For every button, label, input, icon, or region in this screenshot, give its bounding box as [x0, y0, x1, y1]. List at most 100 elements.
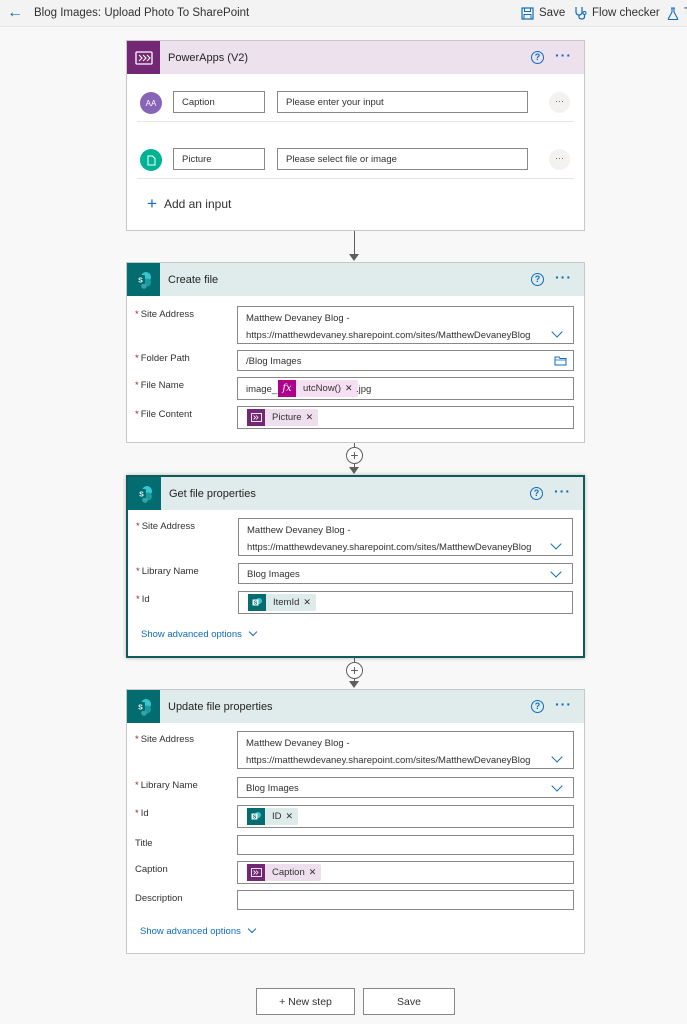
file-input-icon	[140, 149, 162, 171]
create-file-header[interactable]: S Create file ? ···	[127, 263, 584, 296]
folder-path-input[interactable]: /Blog Images	[237, 350, 574, 371]
insert-step-button[interactable]: +	[346, 662, 363, 679]
title-label: Title	[135, 838, 153, 849]
chevron-down-icon	[550, 566, 562, 578]
arrow-down-icon	[349, 467, 359, 474]
id-row: * Id S ID ✕	[135, 805, 574, 828]
file-content-row: * File Content Picture ✕	[135, 406, 574, 429]
dynamic-content-token[interactable]: Caption ✕	[247, 864, 322, 881]
sharepoint-icon: S	[127, 690, 160, 723]
svg-text:S: S	[138, 277, 143, 284]
site-address-row: * Site Address Matthew Devaney Blog - htt…	[135, 731, 574, 769]
site-address-row: * Site Address Matthew Devaney Blog - htt…	[135, 306, 574, 344]
file-name-input[interactable]: image_ fx utcNow() ✕ .jpg	[237, 377, 574, 400]
get-file-properties-card: S Get file properties ? ··· * Site Addres…	[126, 475, 585, 658]
caption-row: Caption Caption ✕	[135, 861, 574, 884]
id-label: * Id	[135, 808, 149, 819]
file-content-label: * File Content	[135, 409, 192, 420]
dynamic-content-token[interactable]: S ID ✕	[247, 808, 299, 825]
id-input[interactable]: S ID ✕	[237, 805, 574, 828]
save-top-button[interactable]: Save	[521, 4, 565, 22]
create-file-title: Create file	[168, 273, 219, 286]
library-name-dropdown[interactable]: Blog Images	[238, 563, 573, 584]
divider	[137, 121, 574, 122]
svg-text:S: S	[139, 491, 144, 498]
file-name-row: * File Name image_ fx utcNow() ✕ .jpg	[135, 377, 574, 400]
more-options-icon[interactable]: ···	[555, 696, 572, 712]
help-icon[interactable]: ?	[531, 51, 544, 64]
new-step-button[interactable]: + New step	[256, 988, 355, 1015]
expression-token[interactable]: fx utcNow() ✕	[278, 380, 358, 397]
more-options-icon[interactable]: ···	[554, 483, 571, 499]
input-placeholder-field[interactable]: Please enter your input	[277, 91, 528, 113]
folder-icon[interactable]	[554, 355, 567, 369]
input-placeholder-field[interactable]: Please select file or image	[277, 148, 528, 170]
more-options-icon[interactable]: ···	[555, 47, 572, 63]
save-button[interactable]: Save	[363, 988, 455, 1015]
test-button[interactable]: T	[667, 4, 687, 22]
show-advanced-options-link[interactable]: Show advanced options	[140, 924, 257, 937]
update-file-properties-header[interactable]: S Update file properties ? ···	[127, 690, 584, 723]
caption-input[interactable]: Caption ✕	[237, 861, 574, 884]
chevron-down-icon	[550, 538, 562, 550]
file-name-suffix: .jpg	[356, 384, 372, 395]
row-more-icon[interactable]: ···	[549, 92, 570, 113]
powerapps-icon	[127, 41, 160, 74]
svg-text:S: S	[138, 704, 143, 711]
stethoscope-icon	[573, 6, 587, 20]
chevron-down-icon	[247, 924, 257, 934]
remove-token-icon[interactable]: ✕	[303, 597, 316, 608]
top-bar: ← Blog Images: Upload Photo To SharePoin…	[0, 0, 687, 27]
chevron-down-icon	[551, 326, 563, 338]
create-file-card: S Create file ? ··· * Site Address Matthe…	[126, 262, 585, 443]
text-input-icon: AA	[140, 92, 162, 114]
library-name-dropdown[interactable]: Blog Images	[237, 777, 574, 798]
file-content-input[interactable]: Picture ✕	[237, 406, 574, 429]
dynamic-content-token[interactable]: S ItemId ✕	[248, 594, 316, 611]
trigger-header[interactable]: PowerApps (V2) ? ···	[127, 41, 584, 74]
file-name-label: * File Name	[135, 380, 184, 391]
row-more-icon[interactable]: ···	[549, 149, 570, 170]
update-file-properties-card: S Update file properties ? ··· * Site Add…	[126, 689, 585, 954]
description-label: Description	[135, 893, 183, 904]
help-icon[interactable]: ?	[531, 700, 544, 713]
site-address-dropdown[interactable]: Matthew Devaney Blog - https://matthewde…	[237, 306, 574, 344]
dynamic-content-token[interactable]: Picture ✕	[247, 409, 319, 426]
plus-icon: +	[147, 194, 157, 213]
sharepoint-icon: S	[127, 263, 160, 296]
remove-token-icon[interactable]: ✕	[309, 867, 322, 878]
description-input[interactable]	[237, 890, 574, 910]
flask-icon	[667, 6, 679, 20]
powerapps-icon	[247, 864, 265, 881]
site-address-dropdown[interactable]: Matthew Devaney Blog - https://matthewde…	[238, 518, 573, 556]
library-name-label: * Library Name	[135, 780, 198, 791]
help-icon[interactable]: ?	[531, 273, 544, 286]
folder-path-label: * Folder Path	[135, 353, 190, 364]
trigger-title: PowerApps (V2)	[168, 51, 249, 64]
input-name-field[interactable]: Caption	[173, 91, 265, 113]
input-name-field[interactable]: Picture	[173, 148, 265, 170]
site-address-row: * Site Address Matthew Devaney Blog - htt…	[136, 518, 573, 556]
remove-token-icon[interactable]: ✕	[306, 412, 319, 423]
arrow-down-icon	[349, 254, 359, 261]
show-advanced-options-link[interactable]: Show advanced options	[141, 627, 258, 640]
chevron-down-icon	[551, 780, 563, 792]
help-icon[interactable]: ?	[530, 487, 543, 500]
site-address-dropdown[interactable]: Matthew Devaney Blog - https://matthewde…	[237, 731, 574, 769]
connector-line	[354, 231, 355, 254]
back-arrow-icon[interactable]: ←	[6, 4, 24, 22]
library-name-row: * Library Name Blog Images	[136, 563, 573, 584]
more-options-icon[interactable]: ···	[555, 269, 572, 285]
id-input[interactable]: S ItemId ✕	[238, 591, 573, 614]
title-input[interactable]	[237, 835, 574, 855]
insert-step-button[interactable]: +	[346, 447, 363, 464]
title-row: Title	[135, 835, 574, 855]
add-input-label: Add an input	[163, 196, 232, 211]
add-input-button[interactable]: + Add an input	[147, 195, 231, 212]
powerapps-icon	[247, 409, 265, 426]
remove-token-icon[interactable]: ✕	[286, 811, 299, 822]
flow-checker-button[interactable]: Flow checker	[573, 4, 660, 22]
chevron-down-icon	[551, 751, 563, 763]
get-file-properties-header[interactable]: S Get file properties ? ···	[128, 477, 583, 510]
trigger-input-row: AA Caption Please enter your input ···	[127, 81, 584, 138]
